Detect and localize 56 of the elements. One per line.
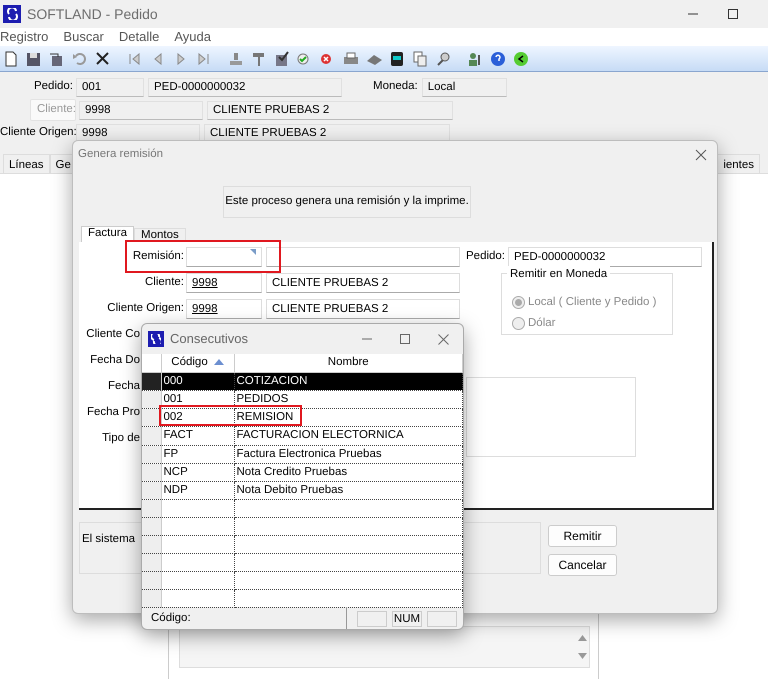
column-header[interactable]: Nombre	[234, 354, 462, 372]
message-text: El sistema	[82, 533, 136, 545]
field-label: Cliente Co	[85, 327, 140, 342]
code-field[interactable]: 9998	[186, 273, 262, 293]
code-field[interactable]: 001	[76, 78, 144, 96]
field-label: Fecha Do	[89, 353, 140, 368]
window-title: Consecutivos	[170, 330, 248, 348]
currency-field[interactable]: Local	[422, 78, 507, 96]
dialog-title: Genera remisión	[78, 147, 164, 162]
field-label: Cliente:	[144, 275, 185, 290]
dialog-button[interactable]: Cancelar	[548, 554, 617, 576]
field-label: Cliente Origen:	[0, 125, 76, 140]
table-cell[interactable]: 002	[161, 408, 234, 427]
field-label: Fecha Pro	[86, 405, 140, 420]
menu-item[interactable]: Registro	[0, 27, 48, 47]
table-cell[interactable]: 000	[161, 372, 234, 390]
table-cell[interactable]: PEDIDOS	[234, 390, 462, 408]
order-field[interactable]: PED-0000000032	[508, 247, 702, 267]
table-cell[interactable]: Nota Credito Pruebas	[234, 463, 462, 482]
radio-label: Dólar	[528, 316, 556, 332]
code-field[interactable]: 9998	[79, 100, 203, 120]
radio-label: Local ( Cliente y Pedido )	[528, 295, 656, 310]
tab[interactable]: Líneas	[3, 154, 50, 173]
menu-item[interactable]: Buscar	[63, 27, 104, 47]
info-text: Este proceso genera una remisión y la imprime.	[223, 186, 471, 218]
table-cell[interactable]: 001	[161, 390, 234, 408]
window-title: SOFTLAND - Pedido	[27, 4, 158, 24]
menu-item[interactable]: Ayuda	[174, 27, 211, 47]
table-cell[interactable]: FP	[161, 445, 234, 464]
table-cell[interactable]: Nota Debito Pruebas	[234, 482, 462, 500]
table-cell[interactable]: NCP	[161, 463, 234, 482]
field-label: Pedido:	[32, 79, 74, 94]
dialog-button[interactable]: Remitir	[548, 525, 617, 547]
code-field[interactable]: 9998	[186, 299, 262, 319]
table-cell[interactable]: NDP	[161, 482, 234, 500]
name-field[interactable]: PED-0000000032	[148, 78, 342, 96]
field-label: Tipo de	[101, 431, 140, 446]
field-label: Pedido:	[466, 249, 506, 264]
field-label: Moneda:	[373, 79, 418, 94]
column-header[interactable]: Código	[161, 354, 234, 372]
table-cell[interactable]: COTIZACION	[234, 372, 462, 390]
name-field[interactable]: CLIENTE PRUEBAS 2	[266, 299, 460, 319]
status-indicator: NUM	[392, 611, 422, 627]
name-field[interactable]: CLIENTE PRUEBAS 2	[266, 273, 460, 293]
status-label: Código:	[151, 611, 191, 626]
tab[interactable]: Factura	[81, 226, 134, 242]
table-cell[interactable]: Factura Electronica Pruebas	[234, 445, 462, 464]
name-field[interactable]: CLIENTE PRUEBAS 2	[207, 100, 453, 120]
table-cell[interactable]: FACT	[161, 426, 234, 445]
field-label: Fecha	[107, 379, 140, 394]
menu-item[interactable]: Detalle	[118, 27, 160, 47]
table-cell[interactable]: REMISION	[234, 408, 462, 427]
tab[interactable]: ientes	[717, 154, 760, 173]
table-cell[interactable]: FACTURACION ELECTORNICA	[234, 426, 462, 445]
field-label: Remisión:	[132, 249, 185, 264]
field-label: Cliente Origen:	[106, 301, 185, 316]
